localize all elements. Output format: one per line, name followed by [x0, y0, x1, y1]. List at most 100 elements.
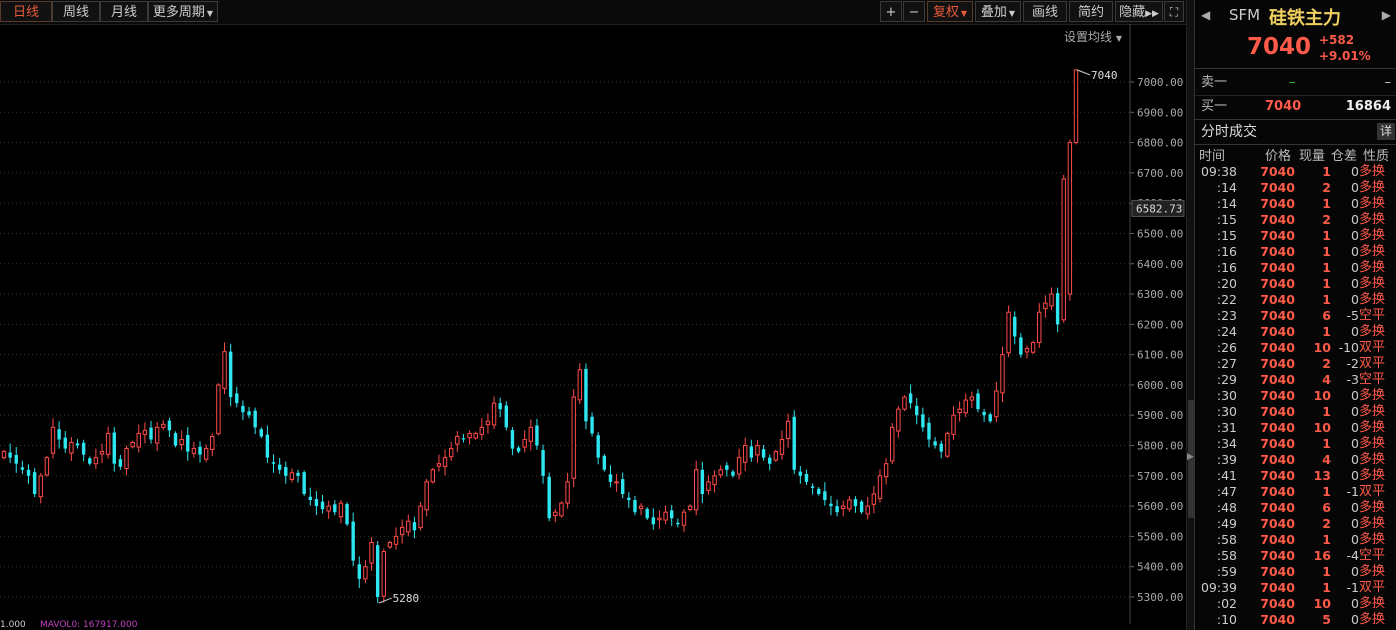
- trade-price: 7040: [1260, 292, 1295, 307]
- candle-body: [277, 464, 282, 470]
- candle-body: [908, 393, 913, 404]
- trade-volume: 10: [1313, 388, 1331, 403]
- more-period-button[interactable]: 更多周期 ▼: [148, 1, 218, 22]
- trade-volume: 6: [1322, 308, 1331, 323]
- order-book: 卖一 – – 买一 7040 16864: [1195, 69, 1396, 120]
- y-tick-label: 6700.00: [1137, 167, 1183, 180]
- candle-body: [1067, 142, 1073, 295]
- candle-body: [406, 520, 411, 533]
- period-month-button[interactable]: 月线: [100, 1, 148, 22]
- trade-row: :16 7040 1 0 多换: [1195, 260, 1396, 276]
- trade-oi-change: 0: [1351, 260, 1359, 275]
- expand-icon[interactable]: ⛶: [1164, 1, 1184, 22]
- period-day-button[interactable]: 日线: [0, 1, 52, 22]
- candle-body: [596, 435, 600, 458]
- trade-price: 7040: [1260, 436, 1295, 451]
- trade-time: :10: [1216, 612, 1237, 627]
- candle-body: [755, 445, 760, 456]
- candle-body: [804, 474, 809, 482]
- trade-type: 多换: [1359, 244, 1386, 259]
- simple-button[interactable]: 简约: [1069, 1, 1113, 22]
- trade-row: :30 7040 10 0 多换: [1195, 388, 1396, 404]
- trade-time: :30: [1216, 404, 1237, 419]
- detail-button[interactable]: 详: [1377, 123, 1395, 140]
- high-label: 7040: [1091, 69, 1118, 82]
- trade-time: :16: [1216, 260, 1237, 275]
- candle-body: [418, 505, 423, 529]
- candle-body: [761, 449, 766, 458]
- candle-body: [448, 448, 454, 458]
- candle-body: [424, 481, 429, 511]
- trades-list: 09:38 7040 1 0 多换:14 7040 2 0 多换:14 7040 1 0 多换:15 70…: [1195, 164, 1396, 628]
- hide-button[interactable]: 隐藏▶▶: [1115, 1, 1163, 22]
- trade-time: :02: [1216, 596, 1237, 611]
- candle-body: [810, 486, 815, 488]
- trade-row: :31 7040 10 0 多换: [1195, 420, 1396, 436]
- candle-body: [467, 432, 472, 439]
- trade-price: 7040: [1260, 420, 1295, 435]
- candle-body: [823, 491, 827, 501]
- trade-type: 双平: [1359, 580, 1386, 595]
- col-volume: 现量: [1299, 149, 1326, 164]
- prev-symbol-icon[interactable]: ◀: [1201, 8, 1210, 22]
- candle-body: [32, 472, 37, 494]
- trade-type: 多换: [1359, 420, 1386, 435]
- trade-oi-change: 0: [1351, 228, 1359, 243]
- overlay-button[interactable]: 叠加 ▼: [975, 1, 1021, 22]
- candle-body: [1013, 316, 1017, 337]
- candle-body: [222, 351, 227, 390]
- trade-price: 7040: [1260, 612, 1295, 627]
- candle-body: [853, 499, 858, 507]
- ask-price: –: [1289, 75, 1296, 90]
- candle-body: [75, 443, 80, 446]
- period-week-button[interactable]: 周线: [52, 1, 100, 22]
- chevron-right-icon[interactable]: ▶: [1187, 452, 1194, 462]
- draw-line-button[interactable]: 画线: [1023, 1, 1067, 22]
- mavol-label: MAVOL0: 167917.000: [40, 620, 138, 630]
- trade-oi-change: 0: [1351, 404, 1359, 419]
- candle-body: [63, 437, 67, 449]
- candle-body: [535, 425, 539, 446]
- candle-body: [485, 420, 491, 426]
- restore-rights-button[interactable]: 复权 ▼: [927, 1, 973, 22]
- trade-price: 7040: [1260, 244, 1295, 259]
- candle-body: [976, 393, 980, 410]
- zoom-out-button[interactable]: −: [903, 1, 925, 22]
- trade-row: :23 7040 6 -5 空平: [1195, 308, 1396, 324]
- candle-body: [663, 511, 668, 521]
- trade-time: :29: [1216, 372, 1237, 387]
- trade-volume: 1: [1322, 436, 1331, 451]
- candle-body: [559, 502, 564, 517]
- trade-oi-change: 0: [1351, 500, 1359, 515]
- trade-time: :58: [1216, 532, 1237, 547]
- candle-body: [694, 469, 699, 511]
- candle-body: [8, 452, 12, 458]
- candle-body: [877, 475, 883, 500]
- candle-body: [1043, 302, 1048, 310]
- trade-volume: 2: [1322, 212, 1331, 227]
- trade-volume: 1: [1322, 244, 1331, 259]
- candlestick-chart[interactable]: 7000.006900.006800.006700.006600.006500.…: [0, 24, 1186, 624]
- candle-body: [326, 505, 331, 512]
- trade-row: :58 7040 16 -4 空平: [1195, 548, 1396, 564]
- next-symbol-icon[interactable]: ▶: [1382, 8, 1391, 22]
- candle-body: [779, 438, 785, 455]
- trade-volume: 1: [1322, 564, 1331, 579]
- candle-body: [265, 434, 270, 458]
- candle-body: [1037, 311, 1042, 344]
- trade-price: 7040: [1260, 276, 1295, 291]
- candle-body: [186, 434, 190, 452]
- candle-body: [1019, 337, 1023, 355]
- candle-body: [198, 446, 202, 455]
- candle-body: [154, 426, 160, 444]
- trade-row: :34 7040 1 0 多换: [1195, 436, 1396, 452]
- candle-body: [149, 427, 153, 440]
- trade-price: 7040: [1260, 484, 1295, 499]
- trade-time: :39: [1216, 452, 1237, 467]
- zoom-in-button[interactable]: +: [880, 1, 902, 22]
- candle-body: [785, 420, 791, 440]
- trade-time: 09:38: [1200, 164, 1237, 179]
- trade-oi-change: 0: [1351, 180, 1359, 195]
- candle-body: [651, 517, 656, 525]
- trade-oi-change: -1: [1346, 580, 1359, 595]
